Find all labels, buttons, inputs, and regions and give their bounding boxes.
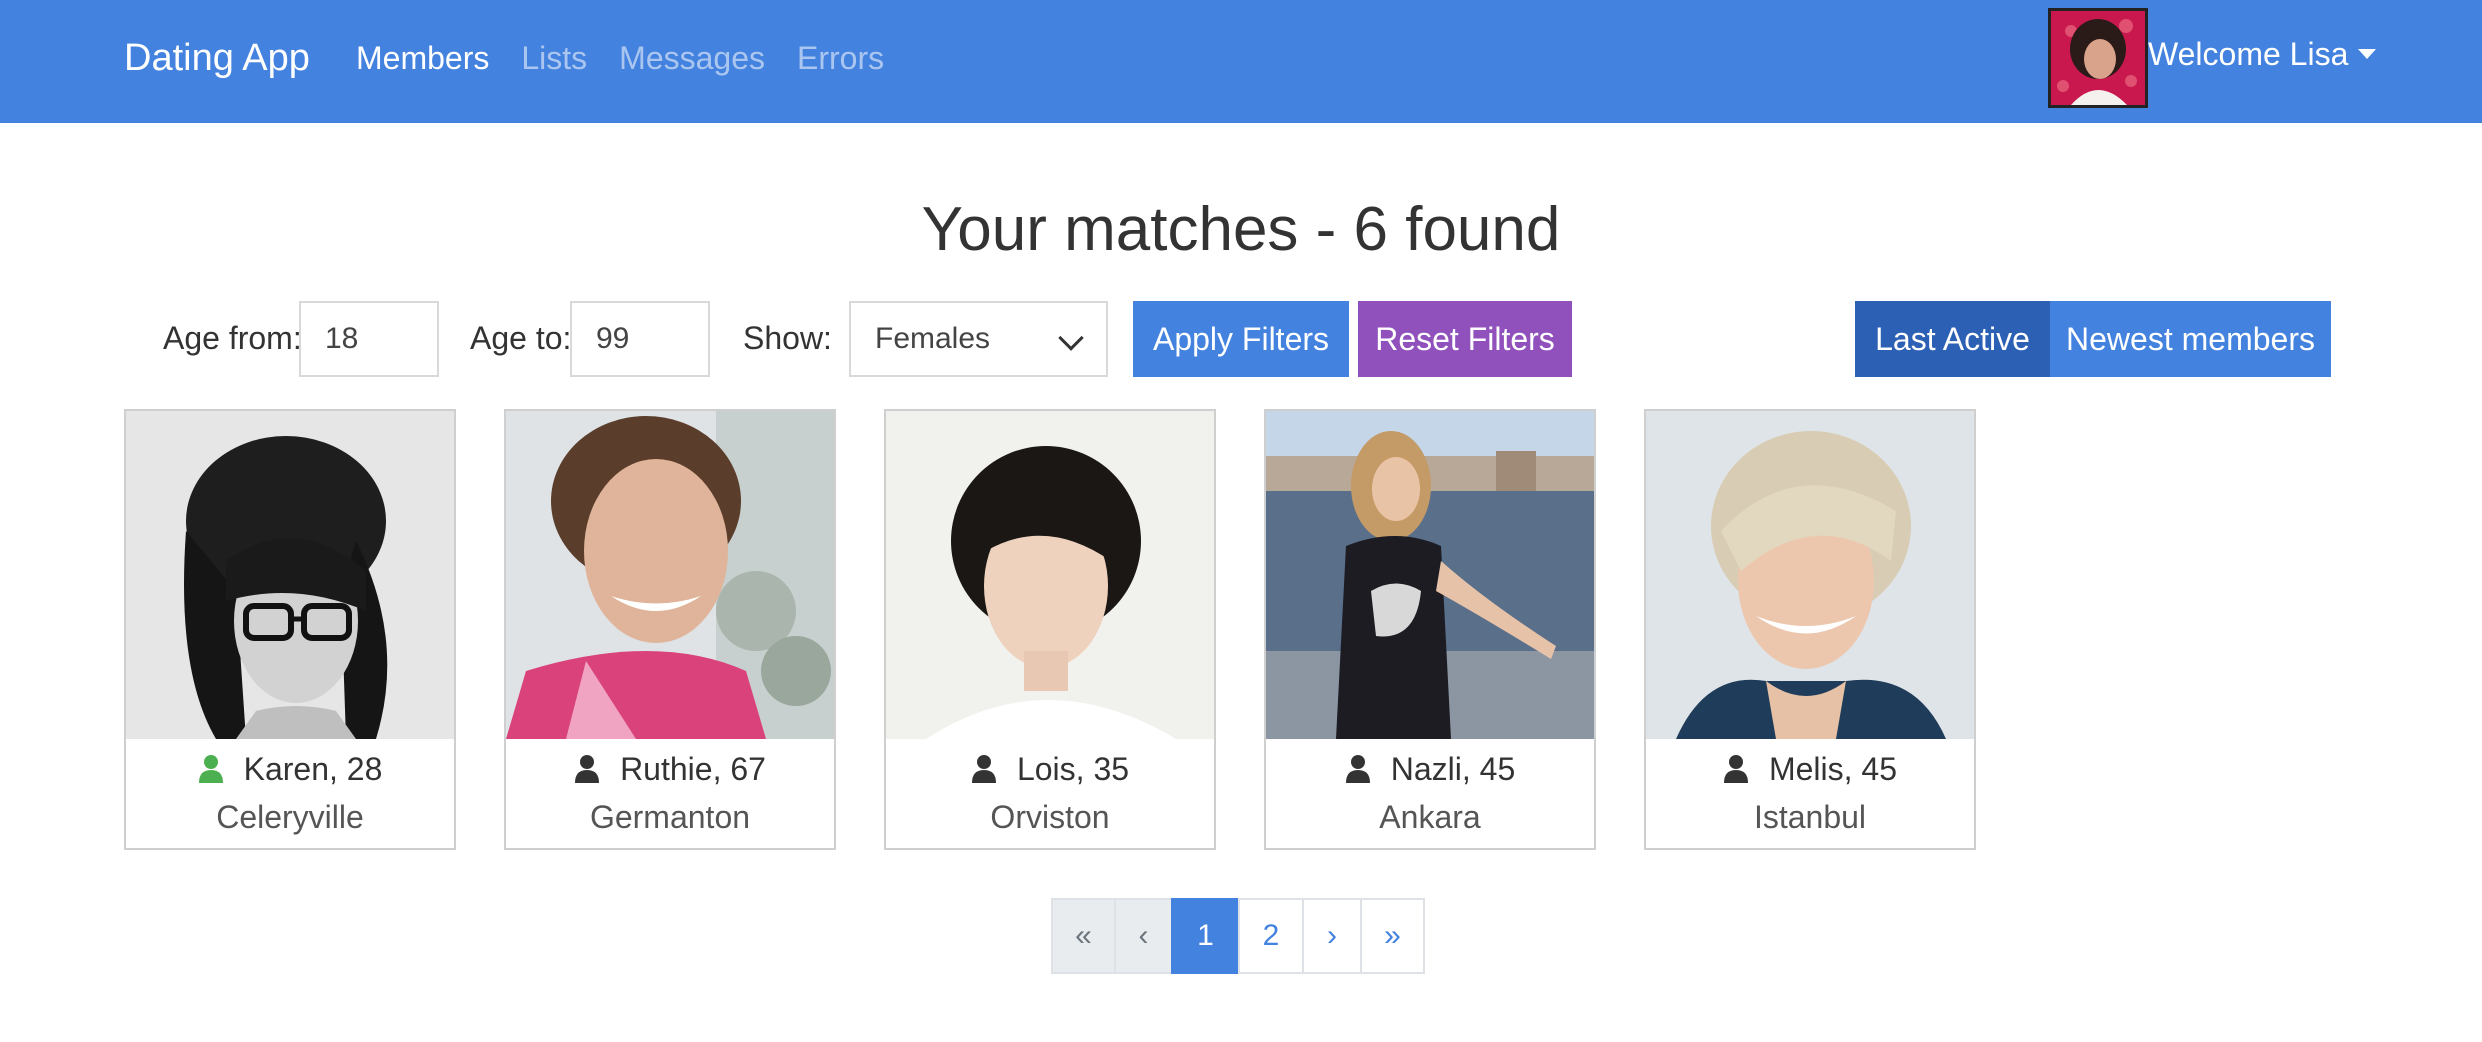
person-icon [1723, 755, 1748, 783]
nav-link-lists[interactable]: Lists [521, 38, 587, 78]
age-to-label: Age to: [470, 320, 572, 356]
member-photo[interactable] [886, 411, 1214, 739]
member-card[interactable]: Karen, 28 Celeryville [124, 409, 456, 850]
page-last-button[interactable]: » [1360, 898, 1425, 974]
show-label: Show: [743, 320, 832, 356]
nav-link-errors[interactable]: Errors [797, 38, 884, 78]
caret-down-icon [2358, 49, 2377, 59]
brand-logo[interactable]: Dating App [124, 34, 310, 82]
person-icon [1345, 755, 1370, 783]
page-first-button[interactable]: « [1051, 898, 1116, 974]
page-next-button[interactable]: › [1302, 898, 1362, 974]
member-name: Nazli, 45 [1390, 751, 1516, 787]
page-1-button[interactable]: 1 [1171, 898, 1240, 974]
member-name: Melis, 45 [1768, 751, 1898, 787]
age-from-label: Age from: [163, 320, 302, 356]
member-city: Orviston [990, 799, 1110, 835]
nav-links: Members Lists Messages Errors [356, 38, 916, 78]
member-name: Karen, 28 [243, 751, 383, 787]
gender-select[interactable]: Females [849, 301, 1108, 377]
page-title: Your matches - 6 found [921, 195, 1561, 264]
gender-select-value: Females [875, 322, 991, 355]
age-from-input[interactable] [299, 301, 439, 377]
sort-newest-members-button[interactable]: Newest members [2050, 301, 2331, 377]
reset-filters-button[interactable]: Reset Filters [1358, 301, 1572, 377]
member-photo[interactable] [1266, 411, 1594, 739]
page-2-button[interactable]: 2 [1238, 898, 1304, 974]
member-city: Ankara [1379, 799, 1481, 835]
user-menu-toggle[interactable]: Welcome Lisa [2148, 34, 2377, 74]
member-card[interactable]: Nazli, 45 Ankara [1264, 409, 1596, 850]
member-photo[interactable] [506, 411, 834, 739]
nav-link-members[interactable]: Members [356, 38, 489, 78]
member-card[interactable]: Ruthie, 67 Germanton [504, 409, 836, 850]
member-photo[interactable] [1646, 411, 1974, 739]
person-icon [971, 755, 996, 783]
chevron-down-icon [1058, 325, 1084, 351]
welcome-text: Welcome Lisa [2148, 36, 2349, 72]
member-card[interactable]: Lois, 35 Orviston [884, 409, 1216, 850]
member-photo[interactable] [126, 411, 454, 739]
person-icon-online [198, 755, 223, 783]
member-name-row: Nazli, 45 [1266, 747, 1594, 791]
navbar: Dating App Members Lists Messages Errors… [0, 0, 2482, 123]
sort-last-active-button[interactable]: Last Active [1855, 301, 2050, 377]
nav-link-messages[interactable]: Messages [619, 38, 765, 78]
member-name-row: Ruthie, 67 [506, 747, 834, 791]
pagination: « ‹ 1 2 › » [1051, 898, 1425, 974]
user-avatar[interactable] [2048, 8, 2148, 108]
member-name-row: Melis, 45 [1646, 747, 1974, 791]
member-city: Celeryville [216, 799, 364, 835]
member-name: Ruthie, 67 [620, 751, 766, 787]
member-name-row: Karen, 28 [126, 747, 454, 791]
apply-filters-button[interactable]: Apply Filters [1133, 301, 1349, 377]
member-card[interactable]: Melis, 45 Istanbul [1644, 409, 1976, 850]
person-icon [575, 755, 600, 783]
age-to-input[interactable] [570, 301, 710, 377]
member-city: Istanbul [1753, 799, 1867, 835]
member-name: Lois, 35 [1016, 751, 1130, 787]
member-name-row: Lois, 35 [886, 747, 1214, 791]
page-prev-button[interactable]: ‹ [1114, 898, 1173, 974]
member-city: Germanton [589, 799, 751, 835]
